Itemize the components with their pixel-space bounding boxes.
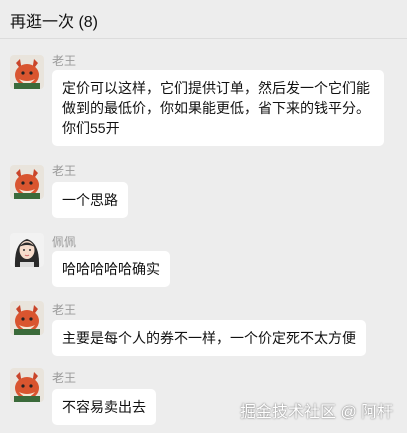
- sender-name: 老王: [52, 303, 77, 317]
- chat-header: 再逛一次 (8): [0, 0, 407, 39]
- chat-title: 再逛一次 (8): [10, 14, 99, 31]
- sender-name: 老王: [52, 54, 77, 68]
- sender-name: 老王: [52, 371, 77, 385]
- fox-avatar[interactable]: [10, 55, 44, 89]
- message-bubble: 主要是每个人的券不一样，一个价定死不太方便: [52, 320, 366, 356]
- fox-avatar[interactable]: [10, 301, 44, 335]
- fox-avatar[interactable]: [10, 368, 44, 402]
- message-bubble: 哈哈哈哈哈确实: [52, 251, 170, 287]
- sender-name: 佩佩: [52, 235, 77, 249]
- sender-name: 老王: [52, 164, 77, 178]
- message-bubble: 不容易卖出去: [52, 389, 156, 425]
- message-bubble: 定价可以这样，它们提供订单，然后发一个它们能做到的最低价，你如果能更低，省下来的…: [52, 70, 384, 146]
- message-bubble: 一个思路: [52, 182, 128, 218]
- watermark: 掘金技术社区 @ 阿杆: [240, 404, 394, 421]
- girl-avatar[interactable]: [10, 233, 44, 267]
- fox-avatar[interactable]: [10, 165, 44, 199]
